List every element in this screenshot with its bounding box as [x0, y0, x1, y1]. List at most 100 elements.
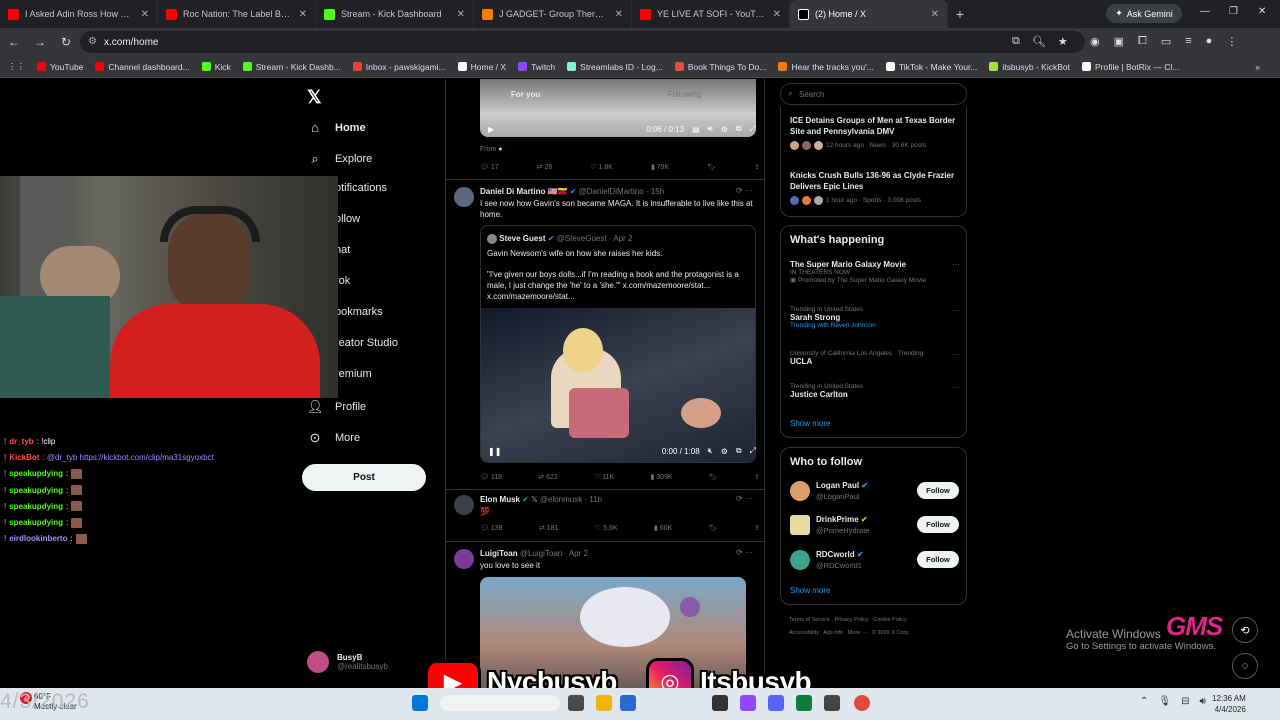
avatar[interactable] [454, 495, 474, 515]
back-icon[interactable]: ← [2, 35, 26, 49]
tab-following[interactable]: Following [605, 79, 764, 109]
app-icon[interactable] [712, 695, 728, 711]
close-tab-icon[interactable]: ✕ [931, 9, 939, 20]
repost-button[interactable]: ⇄ 181 [539, 524, 559, 532]
extension-icon[interactable]: ◉ [1090, 35, 1100, 48]
extension-icon[interactable]: ▣ [1114, 35, 1124, 48]
bookmark-item[interactable]: Profile | BotRix — Cl... [1081, 62, 1179, 72]
views-button[interactable]: ▮ 79K [651, 163, 669, 171]
close-tab-icon[interactable]: ✕ [299, 9, 307, 20]
follow-suggestion[interactable]: RDCworld ✔ @RDCworld1 Follow [790, 548, 960, 572]
search-input[interactable]: ⌕ Search [780, 83, 967, 105]
network-icon[interactable]: ⊟ [1181, 696, 1189, 707]
share-button[interactable]: ⇪ [754, 163, 760, 171]
taskbar-clock[interactable]: 12:36 AM 4/4/2026 [1212, 693, 1246, 715]
tab-4[interactable]: J GADGET- Group Therapy ✕ [474, 0, 632, 28]
close-tab-icon[interactable]: ✕ [141, 9, 149, 20]
bookmark-item[interactable]: Home / X [457, 62, 506, 72]
show-more-link[interactable]: Show more [790, 586, 830, 595]
pause-icon[interactable]: ❚❚ [488, 447, 501, 456]
avatar[interactable] [454, 549, 474, 569]
mic-icon[interactable]: 🎙︎ [1158, 696, 1171, 707]
close-window-icon[interactable]: ✕ [1258, 6, 1266, 17]
post-button[interactable]: Post [302, 464, 426, 491]
bookmark-item[interactable]: Streamlabs ID - Log... [567, 62, 663, 72]
app-icon[interactable] [824, 695, 840, 711]
bookmark-item[interactable]: Stream - Kick Dashb... [242, 62, 341, 72]
reply-button[interactable]: 💬︎ 118 [480, 473, 502, 481]
profile-avatar-icon[interactable]: ● [1206, 35, 1213, 48]
pip-icon[interactable]: ⧉ [736, 446, 742, 456]
follow-suggestion[interactable]: Logan Paul ✔ @LoganPaul Follow [790, 479, 960, 503]
nav-more[interactable]: ⊙ More [307, 430, 361, 446]
forward-icon[interactable]: → [28, 35, 52, 49]
captions-icon[interactable]: ▤ [692, 125, 700, 134]
zoom-icon[interactable]: 🔍︎ [1032, 35, 1046, 48]
more-icon[interactable]: ··· [952, 383, 960, 392]
news-item[interactable]: ICE Detains Groups of Men at Texas Borde… [790, 115, 960, 151]
more-icon[interactable]: ··· [952, 350, 960, 359]
quoted-tweet[interactable]: Steve Guest ✔ @SteveGuest · Apr 2 Gavin … [480, 225, 756, 463]
app-icon[interactable] [796, 695, 812, 711]
like-button[interactable]: ♡ 5.6K [595, 524, 618, 532]
like-button[interactable]: ♡ 1.8K [590, 163, 613, 171]
bookmark-item[interactable]: TikTok - Make Your... [885, 62, 977, 72]
install-icon[interactable]: ⧉ [1012, 35, 1020, 48]
restore-icon[interactable]: ❐ [1229, 6, 1238, 17]
trend-item[interactable]: University of California Los Angeles · T… [790, 350, 960, 366]
messages-float-icon[interactable]: ◌ [1232, 653, 1258, 679]
trend-item[interactable]: Trending in United States Sarah Strong T… [790, 306, 960, 329]
news-item[interactable]: Knicks Crush Bulls 136-96 as Clyde Frazi… [790, 170, 960, 206]
bookmark-item[interactable]: Channel dashboard... [95, 62, 190, 72]
trend-item[interactable]: The Super Mario Galaxy Movie IN THEATERS… [790, 260, 960, 284]
share-button[interactable]: ⇪ [754, 524, 760, 532]
tab-1[interactable]: I Asked Adin Ross How He Ma✕ [0, 0, 158, 28]
pip-icon[interactable]: ⧉ [736, 124, 742, 134]
repost-button[interactable]: ⇄ 622 [538, 473, 558, 481]
x-logo-icon[interactable]: 𝕏 [307, 87, 322, 108]
grok-float-icon[interactable]: ⟲ [1232, 617, 1258, 643]
puzzle-icon[interactable]: ⧠ [1138, 35, 1147, 48]
more-icon[interactable]: ⟳ ··· [736, 548, 753, 557]
chevron-up-icon[interactable]: ⌃ [1140, 696, 1148, 707]
tab-3[interactable]: Stream - Kick Dashboard ✕ [316, 0, 474, 28]
bookmark-item[interactable]: Twitch [518, 62, 555, 72]
show-more-link[interactable]: Show more [790, 419, 830, 428]
media-icon[interactable]: ≡ [1185, 35, 1191, 48]
bookmark-item[interactable]: Book Things To Do... [674, 62, 766, 72]
fullscreen-icon[interactable]: ⤢ [750, 124, 756, 134]
app-icon[interactable] [740, 695, 756, 711]
address-bar[interactable]: ⚙ x.com/home [80, 31, 1085, 53]
reply-button[interactable]: 💬︎ 17 [480, 163, 499, 171]
more-bookmarks-icon[interactable]: » [1255, 62, 1260, 72]
menu-icon[interactable]: ⋮ [1226, 35, 1237, 48]
bookmark-button[interactable]: 🔖︎ [709, 473, 718, 481]
follow-button[interactable]: Follow [917, 551, 959, 568]
sidebar-icon[interactable]: ▭ [1161, 35, 1171, 48]
repost-button[interactable]: ⇄ 26 [537, 163, 553, 171]
avatar[interactable] [454, 187, 474, 207]
bookmark-item[interactable]: Kick [201, 62, 231, 72]
close-tab-icon[interactable]: ✕ [615, 9, 623, 20]
more-icon[interactable]: ··· [952, 260, 960, 269]
site-info-icon[interactable]: ⚙ [88, 36, 97, 47]
video-player[interactable] [481, 308, 755, 462]
fullscreen-icon[interactable]: ⤢ [750, 446, 756, 456]
windows-start-icon[interactable] [412, 695, 428, 711]
settings-icon[interactable]: ⚙ [721, 125, 728, 134]
star-icon[interactable]: ★ [1058, 35, 1068, 48]
play-icon[interactable]: ▶ [488, 125, 494, 134]
discord-icon[interactable] [768, 695, 784, 711]
tab-6-active[interactable]: (2) Home / X ✕ [790, 0, 948, 28]
volume-icon[interactable]: 🔊︎ [1199, 696, 1205, 707]
bookmark-item[interactable]: itsbusyb - KickBot [989, 62, 1070, 72]
bookmark-button[interactable]: 🔖︎ [707, 163, 716, 171]
tab-5[interactable]: YE LIVE AT SOFI - YouTube ✕ [632, 0, 790, 28]
follow-button[interactable]: Follow [917, 516, 959, 533]
follow-suggestion[interactable]: DrinkPrime ✔ @PrimeHydrate Follow [790, 513, 960, 537]
taskview-icon[interactable] [568, 695, 584, 711]
bookmark-button[interactable]: 🔖︎ [709, 524, 718, 532]
bookmark-item[interactable]: Hear the tracks you'... [778, 62, 874, 72]
like-button[interactable]: ♡ 11K [594, 473, 614, 481]
close-tab-icon[interactable]: ✕ [773, 9, 781, 20]
